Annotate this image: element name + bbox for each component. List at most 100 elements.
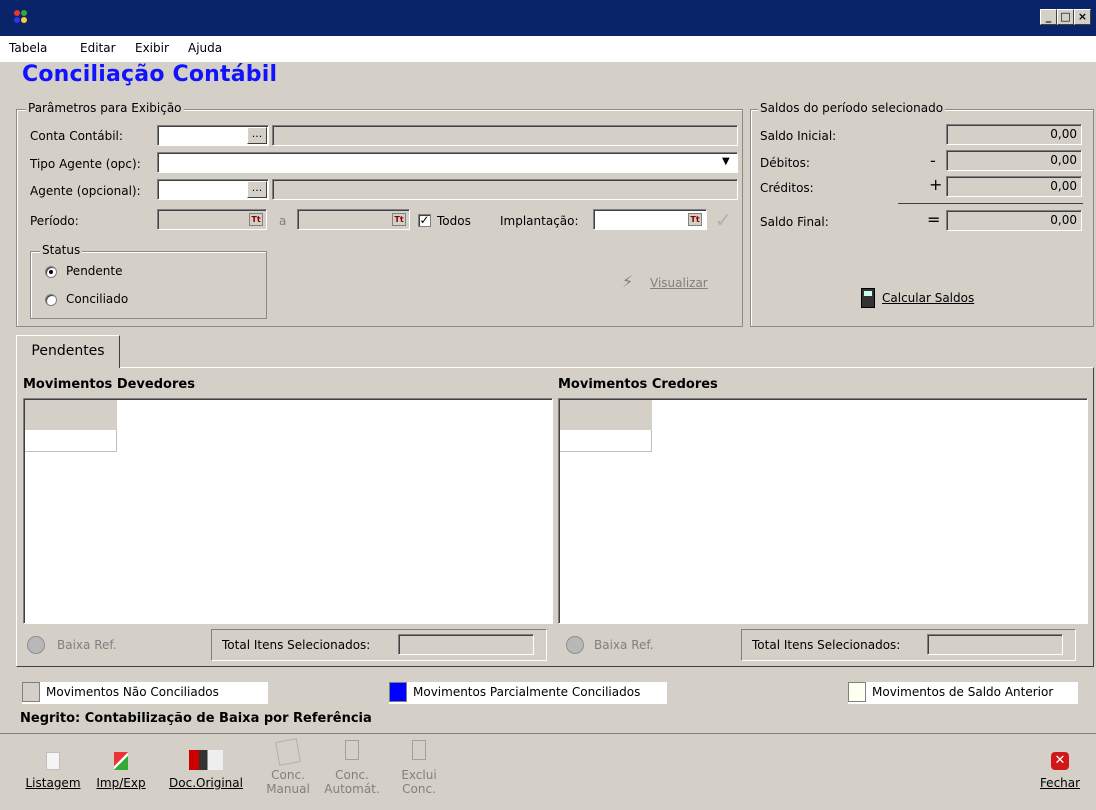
periodo-label: Período:: [30, 214, 79, 228]
visualizar-button[interactable]: Visualizar: [650, 276, 708, 290]
app-icon[interactable]: [14, 10, 28, 24]
params-legend: Parâmetros para Exibição: [26, 101, 184, 115]
legend-swatch: [22, 682, 40, 702]
legend-nao-conciliados: Movimentos Não Conciliados: [22, 682, 268, 704]
conc-automatica-label-2: Automát.: [324, 782, 380, 796]
chevron-down-icon[interactable]: ▼: [722, 156, 730, 167]
exclui-conc-label-2: Conc.: [402, 782, 436, 796]
credores-total-field: [927, 634, 1063, 655]
status-group: [30, 251, 267, 319]
credores-title: Movimentos Credores: [558, 377, 718, 392]
imp-exp-label: Imp/Exp: [96, 776, 146, 790]
saldo-final-value: 0,00: [946, 210, 1082, 231]
toolbar-divider: [0, 733, 1096, 734]
maximize-button[interactable]: □: [1057, 9, 1074, 25]
fechar-button[interactable]: ✕ Fechar: [1034, 752, 1086, 790]
legend-saldo-anterior-label: Movimentos de Saldo Anterior: [872, 685, 1054, 699]
checkmark-icon[interactable]: ✓: [715, 208, 732, 232]
conta-description-field: [272, 125, 738, 146]
creditos-label: Créditos:: [760, 181, 814, 195]
devedores-title: Movimentos Devedores: [23, 377, 195, 392]
debitos-label: Débitos:: [760, 156, 810, 170]
todos-label: Todos: [437, 214, 471, 228]
conc-automatica-button[interactable]: Conc. Automát.: [322, 740, 382, 796]
magnifier-icon: [27, 636, 45, 654]
conc-manual-label-1: Conc.: [271, 768, 305, 782]
exclui-conc-label-1: Exclui: [401, 768, 437, 782]
credores-grid[interactable]: [558, 398, 1088, 624]
equals-sign: =: [927, 210, 941, 229]
calcular-saldos-button[interactable]: Calcular Saldos: [882, 291, 974, 305]
import-export-icon: [114, 752, 128, 770]
grid-cell[interactable]: [25, 430, 117, 452]
legend-parcialmente-label: Movimentos Parcialmente Conciliados: [413, 685, 641, 699]
status-legend: Status: [40, 243, 83, 257]
delete-conciliation-icon: [412, 740, 426, 760]
minimize-button[interactable]: _: [1040, 9, 1057, 25]
conciliado-label: Conciliado: [66, 292, 129, 306]
periodo-a-label: a: [279, 214, 287, 228]
conta-lookup-button[interactable]: ...: [247, 127, 267, 144]
menu-ajuda[interactable]: Ajuda: [188, 41, 222, 55]
implantacao-label: Implantação:: [500, 214, 579, 228]
menu-bar: Tabela Editar Exibir Ajuda: [0, 36, 1096, 62]
document-icon: [46, 752, 60, 770]
tipo-agente-select[interactable]: [157, 152, 738, 173]
tab-pendentes[interactable]: Pendentes: [16, 335, 120, 368]
devedores-total-field: [398, 634, 534, 655]
lightning-icon: ⚡: [622, 272, 634, 291]
minus-sign: -: [930, 151, 936, 170]
listagem-button[interactable]: Listagem: [22, 752, 84, 790]
conciliado-radio[interactable]: [45, 294, 57, 306]
menu-exibir[interactable]: Exibir: [135, 41, 169, 55]
manual-conciliation-icon: [275, 738, 301, 766]
doc-original-button[interactable]: Doc.Original: [160, 750, 252, 790]
agente-description-field: [272, 179, 738, 200]
automatic-conciliation-icon: [345, 740, 359, 760]
todos-checkbox[interactable]: ✓: [418, 214, 431, 227]
calculator-icon[interactable]: [861, 288, 875, 308]
conc-automatica-label-1: Conc.: [335, 768, 369, 782]
saldo-final-label: Saldo Final:: [760, 215, 829, 229]
calendar-icon[interactable]: Tt: [392, 213, 406, 226]
saldos-divider: [898, 203, 1083, 204]
pendente-label: Pendente: [66, 264, 123, 278]
pendente-radio[interactable]: [45, 266, 57, 278]
saldo-inicial-value: 0,00: [946, 124, 1082, 145]
legend-nao-conciliados-label: Movimentos Não Conciliados: [46, 685, 219, 699]
legend-swatch: [389, 682, 407, 702]
negrito-note: Negrito: Contabilização de Baixa por Ref…: [20, 711, 372, 726]
close-window-button[interactable]: ×: [1074, 9, 1091, 25]
devedores-grid[interactable]: [23, 398, 553, 624]
calendar-icon[interactable]: Tt: [688, 213, 702, 226]
tipo-agente-label: Tipo Agente (opc):: [30, 157, 141, 171]
conta-label: Conta Contábil:: [30, 129, 123, 143]
credores-baixa-ref-button[interactable]: Baixa Ref.: [594, 638, 654, 652]
grid-header-cell: [25, 400, 117, 430]
menu-tabela[interactable]: Tabela: [9, 41, 47, 55]
close-icon: ✕: [1051, 752, 1069, 770]
exclui-conc-button[interactable]: Exclui Conc.: [393, 740, 445, 796]
devedores-baixa-ref-button[interactable]: Baixa Ref.: [57, 638, 117, 652]
devedores-total-label: Total Itens Selecionados:: [222, 638, 371, 652]
menu-editar[interactable]: Editar: [80, 41, 116, 55]
magnifier-icon: [566, 636, 584, 654]
fechar-label: Fechar: [1039, 776, 1081, 790]
plus-sign: +: [929, 175, 943, 194]
legend-parcialmente: Movimentos Parcialmente Conciliados: [389, 682, 667, 704]
creditos-value: 0,00: [946, 176, 1082, 197]
grid-header-cell: [560, 400, 652, 430]
agente-lookup-button[interactable]: ...: [247, 181, 267, 198]
imp-exp-button[interactable]: Imp/Exp: [90, 752, 152, 790]
saldos-legend: Saldos do período selecionado: [758, 101, 946, 115]
calendar-icon[interactable]: Tt: [249, 213, 263, 226]
title-bar: [0, 0, 1096, 36]
conc-manual-label-2: Manual: [266, 782, 310, 796]
legend-saldo-anterior: Movimentos de Saldo Anterior: [848, 682, 1078, 704]
conc-manual-button[interactable]: Conc. Manual: [262, 738, 314, 796]
saldo-inicial-label: Saldo Inicial:: [760, 129, 837, 143]
document-original-icon: [189, 750, 223, 770]
grid-cell[interactable]: [560, 430, 652, 452]
page-title: Conciliação Contábil: [22, 62, 278, 87]
legend-swatch: [848, 682, 866, 702]
